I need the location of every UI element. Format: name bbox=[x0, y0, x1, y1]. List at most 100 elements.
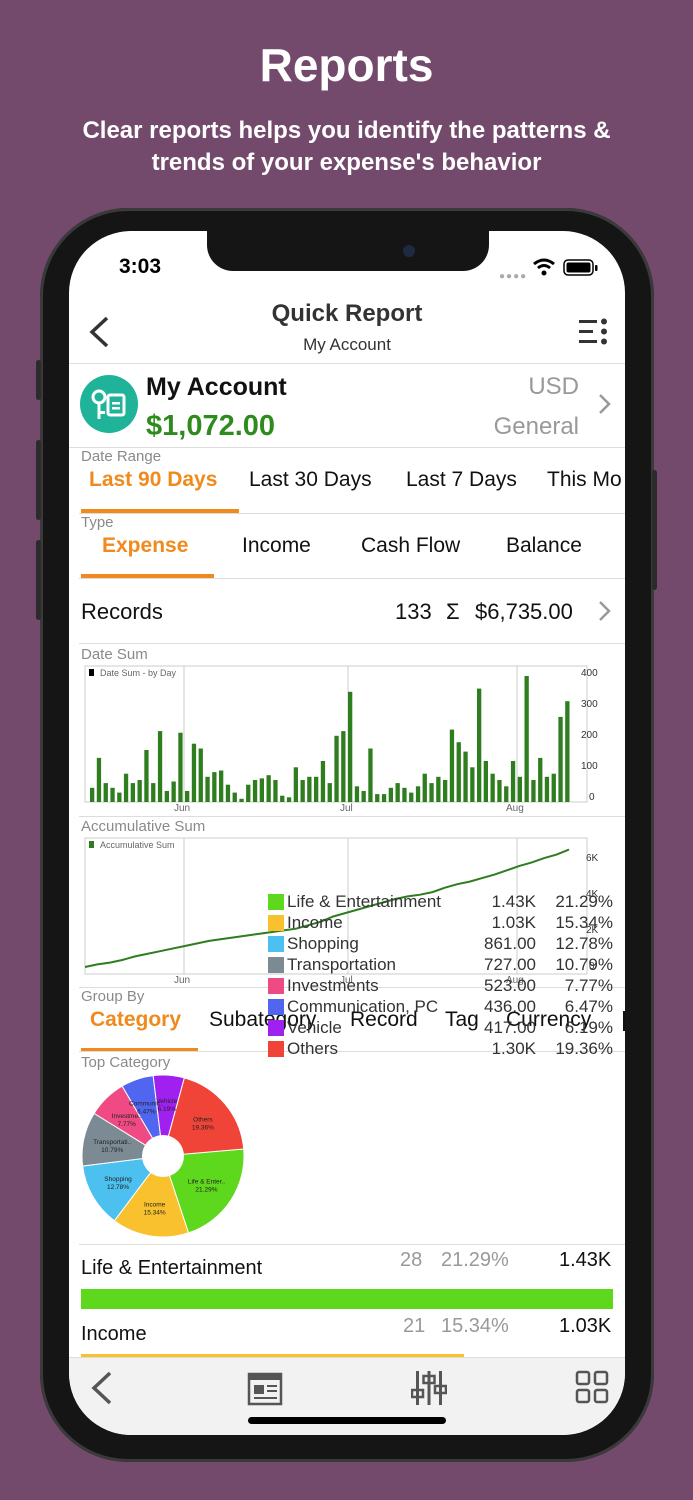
group-by-option[interactable]: Category bbox=[90, 1008, 181, 1032]
bar bbox=[307, 776, 312, 802]
category-percent: 15.34% bbox=[441, 1315, 509, 1337]
bar bbox=[239, 798, 244, 802]
legend-amount: 1.03K bbox=[491, 913, 536, 932]
accum-sum-label: Accumulative Sum bbox=[81, 818, 206, 835]
bar bbox=[395, 783, 400, 802]
legend-amount: 436.00 bbox=[484, 997, 536, 1016]
back-icon[interactable] bbox=[89, 1370, 115, 1406]
promo-subtitle-line2: trends of your expense's behavior bbox=[151, 149, 542, 176]
legend-name: Life & Entertainment bbox=[287, 892, 442, 911]
bar bbox=[273, 780, 278, 802]
legend-percent: 19.36% bbox=[555, 1039, 613, 1058]
group-by-label: Group By bbox=[81, 988, 145, 1005]
bar bbox=[497, 780, 502, 802]
bar bbox=[90, 787, 95, 802]
date-range-option[interactable]: Last 7 Days bbox=[406, 468, 517, 492]
legend-name: Communication, PC bbox=[287, 997, 439, 1016]
pie-slice-percent: 10.79% bbox=[101, 1147, 123, 1154]
bar bbox=[185, 791, 190, 802]
legend-name: Investments bbox=[287, 976, 379, 995]
bar bbox=[354, 786, 360, 803]
pie-slice-label: Income bbox=[144, 1201, 166, 1208]
legend-item: Transportation 727.00 10.79% bbox=[268, 955, 613, 976]
volume-up-button bbox=[36, 440, 41, 520]
category-amount: 1.43K bbox=[559, 1249, 612, 1271]
legend-percent: 21.29% bbox=[555, 892, 613, 911]
records-sigma: Σ bbox=[446, 599, 460, 624]
divider bbox=[79, 513, 625, 514]
legend-name: Transportation bbox=[287, 955, 396, 974]
report-icon[interactable] bbox=[247, 1372, 283, 1406]
account-row[interactable]: My Account $1,072.00 USD General bbox=[69, 363, 625, 448]
bar bbox=[341, 731, 346, 802]
bar bbox=[375, 794, 380, 802]
account-balance: $1,072.00 bbox=[146, 410, 276, 442]
battery-icon bbox=[563, 259, 598, 276]
legend-percent: 15.34% bbox=[555, 913, 613, 932]
bar bbox=[252, 780, 258, 802]
home-indicator bbox=[248, 1417, 446, 1424]
type-option[interactable]: Expense bbox=[102, 534, 188, 558]
x-tick-label: Jun bbox=[174, 803, 190, 814]
account-chevron-icon bbox=[599, 394, 611, 414]
bar bbox=[137, 780, 142, 802]
pie-slice-label: Others bbox=[193, 1117, 213, 1124]
legend-name: Others bbox=[287, 1039, 339, 1058]
records-count: 133 bbox=[395, 599, 432, 624]
legend-item: Vehicle 417.00 6.19% bbox=[268, 1018, 613, 1039]
line-chart-legend: Accumulative Sum bbox=[100, 840, 175, 850]
bar bbox=[531, 780, 536, 802]
legend-swatch bbox=[268, 978, 284, 994]
y-tick-label: 6K bbox=[586, 853, 599, 864]
bar bbox=[191, 743, 197, 802]
power-button bbox=[652, 470, 657, 590]
bar bbox=[266, 775, 271, 802]
bar bbox=[314, 776, 319, 802]
bar bbox=[415, 786, 421, 803]
menu-list-icon[interactable] bbox=[577, 317, 609, 347]
mute-switch bbox=[36, 360, 41, 400]
legend-percent: 6.47% bbox=[564, 997, 613, 1016]
bar bbox=[443, 780, 448, 802]
date-range-option[interactable]: Last 30 Days bbox=[249, 468, 372, 492]
bar bbox=[517, 776, 522, 802]
bar bbox=[205, 776, 210, 802]
notch bbox=[207, 231, 489, 271]
grid-icon[interactable] bbox=[575, 1370, 609, 1404]
bar bbox=[368, 748, 373, 802]
pie-slice-percent: 6.47% bbox=[137, 1109, 156, 1116]
bar bbox=[157, 731, 163, 802]
volume-down-button bbox=[36, 540, 41, 620]
bar bbox=[246, 784, 251, 802]
legend-swatch bbox=[268, 1020, 284, 1036]
account-name: My Account bbox=[146, 373, 287, 401]
date-range-option[interactable]: Last 90 Days bbox=[89, 468, 217, 492]
y-tick-label: 300 bbox=[581, 699, 598, 710]
bar bbox=[96, 757, 102, 802]
type-option[interactable]: Income bbox=[242, 534, 311, 558]
pie-slice-percent: 21.29% bbox=[195, 1187, 217, 1194]
bar bbox=[490, 773, 495, 803]
legend-amount: 1.30K bbox=[491, 1039, 536, 1058]
legend-swatch bbox=[268, 894, 284, 910]
bar bbox=[409, 792, 414, 802]
sliders-icon[interactable] bbox=[411, 1368, 447, 1408]
category-list-item[interactable]: Life & Entertainment 28 21.29% 1.43K bbox=[69, 1245, 625, 1311]
legend-percent: 6.19% bbox=[564, 1018, 613, 1037]
bar bbox=[422, 773, 427, 803]
bar bbox=[456, 742, 461, 802]
bar bbox=[198, 748, 203, 802]
bar bbox=[171, 781, 176, 802]
category-list-item[interactable]: Income 21 15.34% 1.03K bbox=[69, 1311, 625, 1357]
bar-chart-legend: Date Sum - by Day bbox=[100, 668, 177, 678]
pie-slice-label: Transportati.. bbox=[93, 1139, 131, 1146]
date-range-option[interactable]: This Mo bbox=[547, 468, 622, 492]
legend-name: Income bbox=[287, 913, 343, 932]
bar bbox=[327, 783, 332, 802]
bar bbox=[117, 792, 122, 802]
records-row[interactable]: Records 133 Σ $6,735.00 bbox=[69, 579, 625, 643]
type-option[interactable]: Balance bbox=[506, 534, 582, 558]
type-option[interactable]: Cash Flow bbox=[361, 534, 460, 558]
legend-swatch bbox=[268, 999, 284, 1015]
legend-item: Investments 523.00 7.77% bbox=[268, 976, 613, 997]
